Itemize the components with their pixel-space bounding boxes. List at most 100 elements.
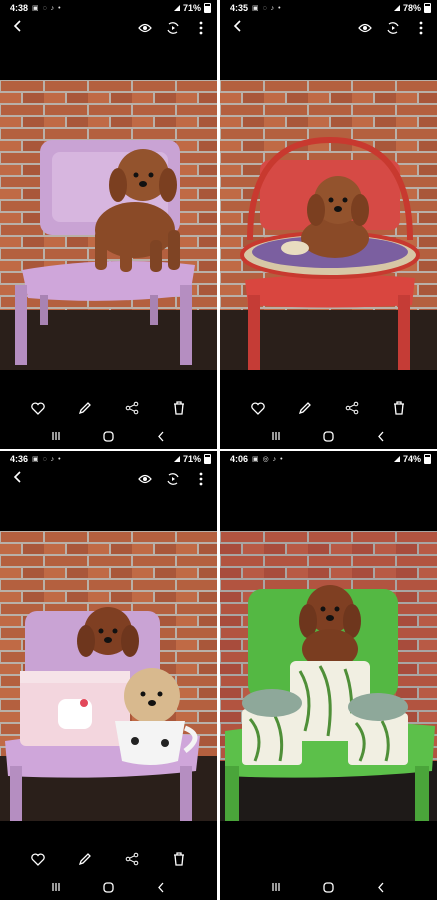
status-right: 74% (393, 454, 431, 464)
recent-apps-button[interactable] (268, 879, 284, 895)
delete-button[interactable] (171, 400, 187, 416)
recent-apps-button[interactable] (268, 428, 284, 444)
remaster-button[interactable] (165, 20, 181, 36)
status-time: 4:35 (230, 3, 249, 13)
home-icon (103, 430, 114, 442)
home-button[interactable] (320, 428, 336, 444)
nav-back-icon (377, 431, 384, 441)
nav-back-button[interactable] (373, 428, 389, 444)
status-time: 4:38 (10, 3, 29, 13)
notification-icons: ▣ ◌ ♪ • (252, 5, 282, 12)
view-button[interactable] (137, 20, 153, 36)
home-button[interactable] (320, 879, 336, 895)
status-bar: 4:06 ▣ ◎ ♪ • 74% (220, 451, 437, 467)
edit-button[interactable] (297, 400, 313, 416)
nav-back-button[interactable] (153, 428, 169, 444)
battery-icon (424, 3, 431, 13)
pencil-icon (298, 402, 311, 415)
recent-apps-icon (52, 883, 60, 891)
back-button[interactable] (10, 470, 26, 488)
back-button[interactable] (230, 19, 246, 37)
notification-icons: ▣ ◌ ♪ • (32, 456, 62, 463)
eye-icon (138, 23, 152, 33)
eye-icon (358, 23, 372, 33)
favorite-button[interactable] (30, 400, 46, 416)
recent-apps-icon (52, 432, 60, 440)
nav-back-icon (377, 882, 384, 892)
viewer-toolbar (220, 16, 437, 40)
puppy-green-chair-succulents-photo (220, 531, 437, 821)
signal-icon (393, 5, 400, 11)
chevron-left-icon (13, 471, 21, 483)
status-bar: 4:38 ▣ ◌ ♪ • 71% (0, 0, 217, 16)
recent-apps-button[interactable] (48, 879, 64, 895)
signal-icon (393, 456, 400, 462)
more-vertical-icon (419, 21, 423, 35)
gallery-screen-1: 4:38 ▣ ◌ ♪ • 71% (0, 0, 217, 449)
home-button[interactable] (100, 428, 116, 444)
nav-back-icon (157, 882, 164, 892)
home-icon (323, 881, 334, 893)
recent-apps-icon (272, 883, 280, 891)
status-time: 4:06 (230, 454, 249, 464)
favorite-button[interactable] (250, 400, 266, 416)
edit-button[interactable] (77, 400, 93, 416)
edit-button[interactable] (77, 851, 93, 867)
more-options-button[interactable] (193, 20, 209, 36)
home-button[interactable] (100, 879, 116, 895)
share-button[interactable] (124, 400, 140, 416)
share-button[interactable] (344, 400, 360, 416)
heart-icon (30, 401, 45, 415)
battery-level: 71% (182, 454, 201, 464)
system-nav-bar (0, 876, 217, 898)
favorite-button[interactable] (30, 851, 46, 867)
remaster-button[interactable] (385, 20, 401, 36)
view-button[interactable] (357, 20, 373, 36)
viewer-toolbar (0, 467, 217, 491)
nav-back-icon (157, 431, 164, 441)
home-icon (323, 430, 334, 442)
delete-button[interactable] (171, 851, 187, 867)
trash-icon (174, 401, 185, 415)
pencil-icon (78, 853, 91, 866)
trash-icon (174, 852, 185, 866)
battery-level: 74% (402, 454, 421, 464)
notification-icons: ▣ ◎ ♪ • (252, 456, 284, 463)
photo-view[interactable] (0, 531, 217, 821)
more-vertical-icon (199, 472, 203, 486)
battery-icon (204, 454, 211, 464)
remaster-icon (387, 22, 399, 34)
more-options-button[interactable] (413, 20, 429, 36)
eye-icon (138, 474, 152, 484)
puppy-red-chair-basket-photo (220, 80, 437, 370)
status-right: 71% (173, 3, 211, 13)
recent-apps-button[interactable] (48, 428, 64, 444)
back-button[interactable] (10, 19, 26, 37)
puppy-purple-chair-photo (0, 80, 217, 370)
view-button[interactable] (137, 471, 153, 487)
photo-view[interactable] (220, 531, 437, 821)
trash-icon (394, 401, 405, 415)
remaster-icon (167, 22, 179, 34)
nav-back-button[interactable] (373, 879, 389, 895)
notification-icons: ▣ ◌ ♪ • (32, 5, 62, 12)
photo-actions (220, 397, 437, 419)
remaster-button[interactable] (165, 471, 181, 487)
delete-button[interactable] (391, 400, 407, 416)
gallery-screen-4: 4:06 ▣ ◎ ♪ • 74% (220, 451, 437, 900)
pencil-icon (78, 402, 91, 415)
battery-level: 78% (402, 3, 421, 13)
remaster-icon (167, 473, 179, 485)
system-nav-bar (0, 425, 217, 447)
share-button[interactable] (124, 851, 140, 867)
photo-view[interactable] (220, 80, 437, 370)
heart-icon (250, 401, 265, 415)
status-bar: 4:35 ▣ ◌ ♪ • 78% (220, 0, 437, 16)
system-nav-bar (220, 876, 437, 898)
nav-back-button[interactable] (153, 879, 169, 895)
status-bar: 4:36 ▣ ◌ ♪ • 71% (0, 451, 217, 467)
photo-view[interactable] (0, 80, 217, 370)
battery-icon (424, 454, 431, 464)
more-options-button[interactable] (193, 471, 209, 487)
system-nav-bar (220, 425, 437, 447)
